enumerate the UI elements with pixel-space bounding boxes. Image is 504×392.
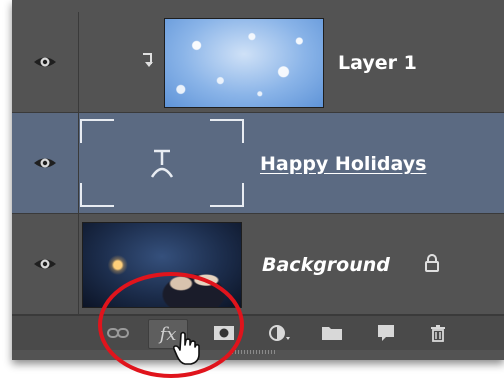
layer-row-background[interactable]: Background	[12, 214, 504, 315]
eye-icon	[34, 158, 56, 168]
eye-icon	[34, 259, 56, 269]
type-layer-thumbnail[interactable]	[80, 119, 244, 207]
trash-icon	[431, 325, 445, 342]
visibility-toggle[interactable]	[12, 214, 79, 314]
new-adjustment-layer-button[interactable]	[264, 319, 296, 347]
layer-row-layer-1[interactable]: Layer 1	[12, 12, 504, 113]
layer-thumbnail-photo[interactable]	[82, 222, 242, 308]
layer-name[interactable]: Background	[262, 254, 390, 276]
eye-icon	[34, 57, 56, 67]
new-layer-icon	[378, 325, 394, 341]
new-group-button[interactable]	[316, 319, 348, 347]
layer-row-happy-holidays[interactable]: Happy Holidays	[12, 113, 504, 214]
layer-styles-button[interactable]: fx	[148, 319, 188, 349]
link-layers-icon	[107, 328, 129, 338]
delete-layer-button[interactable]	[422, 319, 454, 347]
link-layers-button[interactable]	[102, 319, 134, 347]
layer-name[interactable]: Layer 1	[338, 52, 417, 74]
warped-type-icon	[150, 149, 174, 178]
layers-panel: Layer 1 Happy Holidays Background fx	[12, 0, 504, 360]
visibility-toggle[interactable]	[12, 12, 79, 112]
add-layer-mask-button[interactable]	[208, 319, 240, 347]
clipping-mask-arrow-icon	[143, 53, 153, 67]
add-layer-mask-icon	[214, 326, 234, 340]
new-adjustment-layer-icon	[269, 325, 290, 341]
layer-name[interactable]: Happy Holidays	[260, 153, 426, 175]
new-layer-button[interactable]	[370, 319, 402, 347]
visibility-toggle[interactable]	[12, 113, 79, 213]
layer-thumbnail-snowflakes[interactable]	[164, 18, 324, 108]
fx-icon: fx	[159, 323, 177, 345]
layers-toolbar: fx	[12, 315, 504, 350]
panel-resize-grip[interactable]	[232, 350, 276, 354]
folder-icon	[322, 327, 342, 340]
lock-icon	[425, 254, 439, 272]
